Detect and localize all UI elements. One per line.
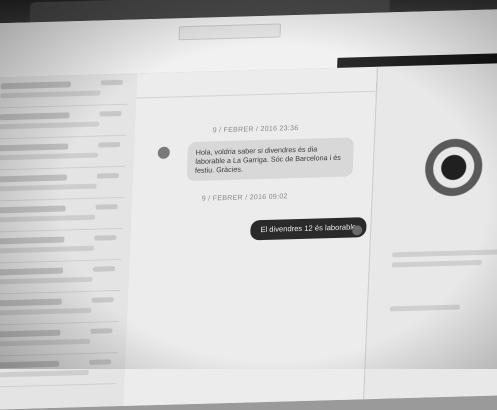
list-item-preview	[0, 245, 95, 254]
list-item[interactable]	[0, 259, 122, 295]
photographed-screen: ▮ ● ▸ 9 / FEBRER / 2016 23:36 Hola, vold…	[0, 0, 497, 410]
list-item-title	[0, 174, 68, 183]
outgoing-message-bubble: El divendres 12 és laborable	[249, 217, 367, 241]
contact-info-panel	[363, 61, 497, 400]
date-separator: 9 / FEBRER / 2016 23:36	[212, 124, 299, 135]
chat-pane: 9 / FEBRER / 2016 23:36 Hola, voldria sa…	[123, 66, 378, 406]
list-item[interactable]	[0, 353, 118, 388]
list-item-date	[95, 204, 118, 210]
search-input[interactable]	[178, 23, 282, 41]
list-item-preview	[0, 183, 97, 192]
list-item[interactable]	[0, 104, 128, 140]
top-tabs	[17, 29, 71, 31]
list-item-preview	[0, 121, 100, 130]
list-item[interactable]	[0, 135, 127, 171]
chat-header	[136, 66, 378, 99]
info-line	[391, 259, 482, 268]
date-separator: 9 / FEBRER / 2016 09:02	[201, 193, 288, 203]
list-item[interactable]	[0, 73, 130, 109]
list-item-preview	[0, 152, 98, 161]
incoming-message-bubble: Hola, voldria saber si divendres és dia …	[186, 137, 355, 182]
list-item-date	[94, 235, 117, 241]
list-item-date	[100, 79, 123, 86]
list-item[interactable]	[0, 228, 123, 264]
list-item-preview	[0, 307, 92, 316]
list-item-title	[0, 267, 64, 276]
list-item-date	[89, 359, 112, 365]
list-item[interactable]	[0, 322, 119, 357]
list-item-preview	[0, 276, 93, 285]
list-item-preview	[0, 214, 96, 223]
list-item[interactable]	[0, 166, 126, 202]
list-item-date	[99, 110, 122, 117]
list-item-preview	[0, 90, 101, 99]
secondary-toolbar	[6, 52, 60, 54]
list-item[interactable]	[0, 197, 124, 233]
list-item-title	[0, 112, 70, 121]
list-item-title	[0, 329, 61, 338]
info-line	[389, 304, 460, 312]
list-item-preview	[0, 338, 91, 347]
list-item-date	[91, 297, 114, 303]
list-item-date	[90, 328, 113, 334]
list-item-title	[0, 205, 66, 214]
list-item[interactable]	[0, 291, 121, 326]
list-item-date	[96, 172, 120, 179]
list-item-date	[98, 141, 121, 148]
list-item-preview	[0, 369, 89, 378]
conversation-list	[0, 73, 139, 410]
list-item-title	[0, 236, 65, 245]
list-item-title	[0, 360, 60, 369]
profile-picture	[420, 137, 487, 204]
list-item-title	[0, 81, 71, 90]
info-line	[392, 249, 497, 258]
list-item-date	[92, 266, 116, 272]
list-item-title	[0, 298, 62, 307]
avatar	[157, 146, 171, 159]
list-item-title	[0, 143, 69, 152]
